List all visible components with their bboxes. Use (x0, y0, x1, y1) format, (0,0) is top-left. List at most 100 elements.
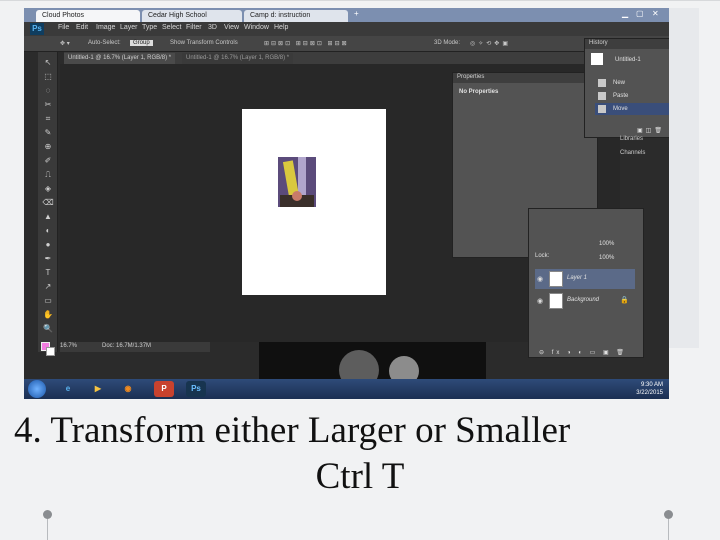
close-icon[interactable]: ✕ (652, 9, 659, 18)
photoshop-taskbar-icon[interactable]: Ps (186, 381, 206, 397)
menu-file[interactable]: File (58, 24, 69, 31)
eraser-tool-icon[interactable]: ⌫ (42, 198, 54, 208)
clock-time: 9:30 AM (640, 382, 663, 388)
new-tab-button[interactable]: + (354, 9, 359, 18)
zoom-tool-icon[interactable]: 🔍 (42, 324, 54, 334)
auto-select-checkbox[interactable]: Auto-Select: (88, 40, 121, 46)
slide-caption-line2: Ctrl T (315, 456, 405, 497)
history-brush-tool-icon[interactable]: ◈ (42, 184, 54, 194)
slide-divider (47, 519, 48, 540)
auto-select-dropdown[interactable]: Group (130, 40, 153, 46)
slide-bullet-dot (43, 510, 52, 519)
menu-3d[interactable]: 3D (208, 24, 217, 31)
history-item[interactable]: Paste (595, 90, 669, 102)
document-tab-bar: Untitled-1 @ 16.7% (Layer 1, RGB/8) * Un… (64, 52, 584, 64)
layers-footer-icons[interactable]: ⊖ fx ◑ ◐ ▭ ▣ 🗑 (539, 349, 627, 356)
document-tab[interactable]: Untitled-1 @ 16.7% (Layer 1, RGB/8) * (182, 53, 294, 64)
browser-tab-camp[interactable]: Camp d: instruction (244, 10, 348, 22)
menu-help[interactable]: Help (274, 24, 288, 31)
start-button[interactable] (28, 380, 46, 398)
3d-mode-icons[interactable]: ◎✧⟲✥▣ (470, 40, 511, 47)
menu-type[interactable]: Type (142, 24, 157, 31)
lock-label: Lock: (535, 253, 550, 259)
menu-layer[interactable]: Layer (120, 24, 138, 31)
visibility-eye-icon[interactable]: ◉ (537, 275, 543, 283)
history-item[interactable]: New (595, 77, 669, 89)
firefox-icon[interactable]: ◉ (118, 381, 138, 397)
quick-select-tool-icon[interactable]: ✂ (42, 100, 54, 110)
opacity-value[interactable]: 100% (599, 241, 614, 247)
browser-tab-cedar[interactable]: Cedar High School (142, 10, 242, 22)
document-tab-active[interactable]: Untitled-1 @ 16.7% (Layer 1, RGB/8) * (64, 53, 176, 64)
media-player-icon[interactable]: ▶ (88, 381, 108, 397)
layers-panel: 100% Lock: 100% ◉ Layer 1 ◉ Background 🔒… (528, 208, 644, 358)
slide-caption-line1: 4. Transform either Larger or Smaller (14, 410, 571, 451)
layer-name: Layer 1 (567, 275, 588, 281)
properties-empty-text: No Properties (459, 89, 499, 95)
shape-tool-icon[interactable]: ▭ (42, 296, 54, 306)
marquee-tool-icon[interactable]: ⬚ (42, 72, 54, 82)
channels-item[interactable]: Channels (620, 150, 645, 156)
history-panel: History Untitled-1 New Paste Move ▣◫🗑 (584, 38, 669, 138)
status-bar: 16.7% Doc: 16.7M/1.37M (60, 342, 210, 352)
path-select-tool-icon[interactable]: ↗ (42, 282, 54, 292)
properties-panel-title[interactable]: Properties (453, 73, 597, 83)
browser-tab-bar: Cloud Photos Cedar High School Camp d: i… (24, 8, 669, 22)
type-tool-icon[interactable]: T (42, 268, 54, 278)
history-panel-title[interactable]: History (585, 39, 669, 49)
history-item-label: Move (613, 106, 628, 112)
healing-tool-icon[interactable]: ⊕ (42, 142, 54, 152)
layer-row[interactable]: ◉ Layer 1 (535, 269, 635, 289)
history-snapshot-icon (591, 53, 603, 65)
transform-controls-checkbox[interactable]: Show Transform Controls (170, 40, 238, 46)
document-canvas[interactable] (242, 109, 386, 295)
layer-1-image[interactable] (278, 157, 316, 207)
dodge-tool-icon[interactable]: ◐ (42, 226, 54, 236)
layer-row[interactable]: ◉ Background 🔒 (535, 291, 635, 311)
menu-window[interactable]: Window (244, 24, 269, 31)
move-tool-icon[interactable]: ↖ (42, 58, 54, 68)
pen-tool-icon[interactable]: ✒ (42, 254, 54, 264)
screenshot: Cloud Photos Cedar High School Camp d: i… (24, 8, 669, 399)
history-doc-name: Untitled-1 (615, 57, 641, 63)
hand-tool-icon[interactable]: ✋ (42, 310, 54, 320)
menu-image[interactable]: Image (96, 24, 115, 31)
photoshop-logo: Ps (30, 23, 44, 35)
system-clock[interactable]: 9:30 AM 3/22/2015 (636, 381, 663, 397)
menu-select[interactable]: Select (162, 24, 181, 31)
history-state-icon (598, 92, 606, 100)
crop-tool-icon[interactable]: ⌗ (42, 114, 54, 124)
menu-edit[interactable]: Edit (76, 24, 88, 31)
history-state-icon (598, 105, 606, 113)
doc-info: Doc: 16.7M/1.37M (102, 343, 152, 349)
minimize-icon[interactable]: ▁ (622, 9, 628, 18)
windows-taskbar: e ▶ ◉ P Ps 9:30 AM 3/22/2015 (24, 379, 669, 399)
history-item-label: New (613, 80, 626, 86)
maximize-icon[interactable]: ▢ (636, 9, 644, 18)
align-icons[interactable]: ⊞⊟⊠⊡ ⊞⊟⊠⊡ ⊞⊟⊠ (264, 40, 349, 47)
eyedropper-tool-icon[interactable]: ✎ (42, 128, 54, 138)
blur-tool-icon[interactable]: ● (42, 240, 54, 250)
fill-value[interactable]: 100% (599, 255, 614, 261)
visibility-eye-icon[interactable]: ◉ (537, 297, 543, 305)
browser-side-strip (669, 8, 699, 348)
brush-tool-icon[interactable]: ✐ (42, 156, 54, 166)
browser-tab-cloud-photos[interactable]: Cloud Photos (36, 10, 140, 22)
lasso-tool-icon[interactable]: ◌ (42, 86, 54, 96)
zoom-level[interactable]: 16.7% (60, 343, 77, 349)
menu-filter[interactable]: Filter (186, 24, 202, 31)
menu-view[interactable]: View (224, 24, 239, 31)
history-footer-icons[interactable]: ▣◫🗑 (637, 127, 665, 134)
layer-thumbnail (549, 293, 563, 309)
background-color-swatch[interactable] (46, 347, 55, 356)
gradient-tool-icon[interactable]: ▲ (42, 212, 54, 222)
history-item[interactable]: Move (595, 103, 669, 115)
slide-divider (668, 519, 669, 540)
powerpoint-icon[interactable]: P (154, 381, 174, 397)
clone-stamp-tool-icon[interactable]: ⎍ (42, 170, 54, 180)
move-tool-icon[interactable]: ✥ ▾ (60, 40, 70, 47)
libraries-item[interactable]: Libraries (620, 136, 643, 142)
ie-icon[interactable]: e (58, 381, 78, 397)
slide: Cloud Photos Cedar High School Camp d: i… (0, 0, 720, 540)
ps-menubar: Ps File Edit Image Layer Type Select Fil… (24, 22, 669, 36)
